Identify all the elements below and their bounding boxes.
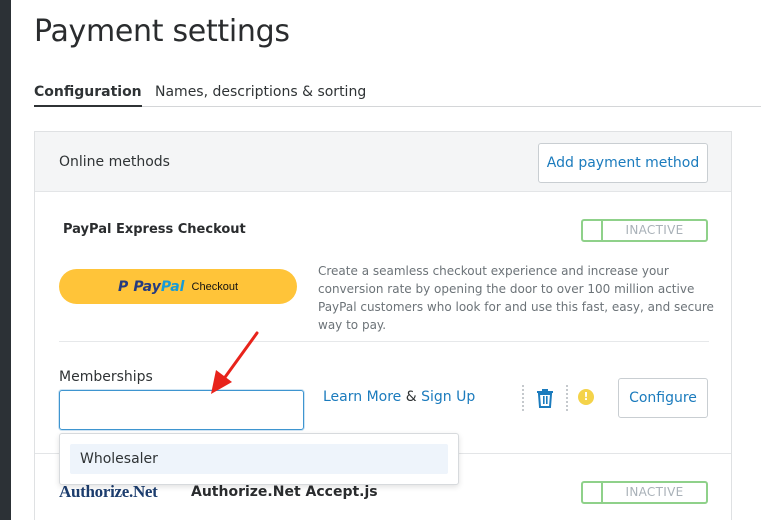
left-sidebar-rail xyxy=(0,0,11,520)
paypal-logo-pal: Pal xyxy=(160,279,185,295)
warning-icon: ! xyxy=(578,389,594,405)
links-ampersand: & xyxy=(401,389,422,405)
trash-icon[interactable] xyxy=(536,388,554,408)
dotted-separator xyxy=(522,385,524,411)
authorize-net-method-name: Authorize.Net Accept.js xyxy=(191,484,378,500)
learn-more-signup-links: Learn More & Sign Up xyxy=(323,389,475,405)
status-label: INACTIVE xyxy=(625,223,684,237)
authorize-net-status-toggle[interactable]: INACTIVE xyxy=(581,481,708,504)
paypal-checkout-label: Checkout xyxy=(191,281,239,293)
toggle-knob xyxy=(583,483,603,502)
dotted-separator xyxy=(566,385,568,411)
tab-bar: Configuration Names, descriptions & sort… xyxy=(34,84,761,107)
learn-more-link[interactable]: Learn More xyxy=(323,389,401,405)
add-payment-method-button[interactable]: Add payment method xyxy=(538,143,708,183)
section-divider xyxy=(59,341,709,342)
paypal-method-name: PayPal Express Checkout xyxy=(63,222,246,237)
paypal-logo-pay: Pay xyxy=(133,279,161,295)
memberships-label: Memberships xyxy=(59,369,153,385)
paypal-description: Create a seamless checkout experience an… xyxy=(318,264,714,332)
online-methods-header: Online methods Add payment method xyxy=(35,132,731,192)
sign-up-link[interactable]: Sign Up xyxy=(421,389,475,405)
paypal-p-icon: P xyxy=(117,279,129,295)
page-title: Payment settings xyxy=(34,14,290,49)
configure-button[interactable]: Configure xyxy=(618,378,708,418)
annotation-arrow-icon xyxy=(211,331,259,394)
dropdown-option-wholesaler[interactable]: Wholesaler xyxy=(70,444,448,474)
online-methods-title: Online methods xyxy=(59,154,170,170)
toggle-knob xyxy=(583,221,603,240)
status-label: INACTIVE xyxy=(625,485,684,499)
paypal-status-toggle[interactable]: INACTIVE xyxy=(581,219,708,242)
authorize-net-logo: Authorize.Net xyxy=(59,482,158,501)
memberships-input[interactable] xyxy=(59,390,304,430)
memberships-dropdown: Wholesaler xyxy=(59,433,459,485)
tab-configuration[interactable]: Configuration xyxy=(34,84,142,107)
paypal-checkout-button[interactable]: P PayPal Checkout xyxy=(59,269,297,304)
tab-names-descriptions-sorting[interactable]: Names, descriptions & sorting xyxy=(155,84,366,104)
